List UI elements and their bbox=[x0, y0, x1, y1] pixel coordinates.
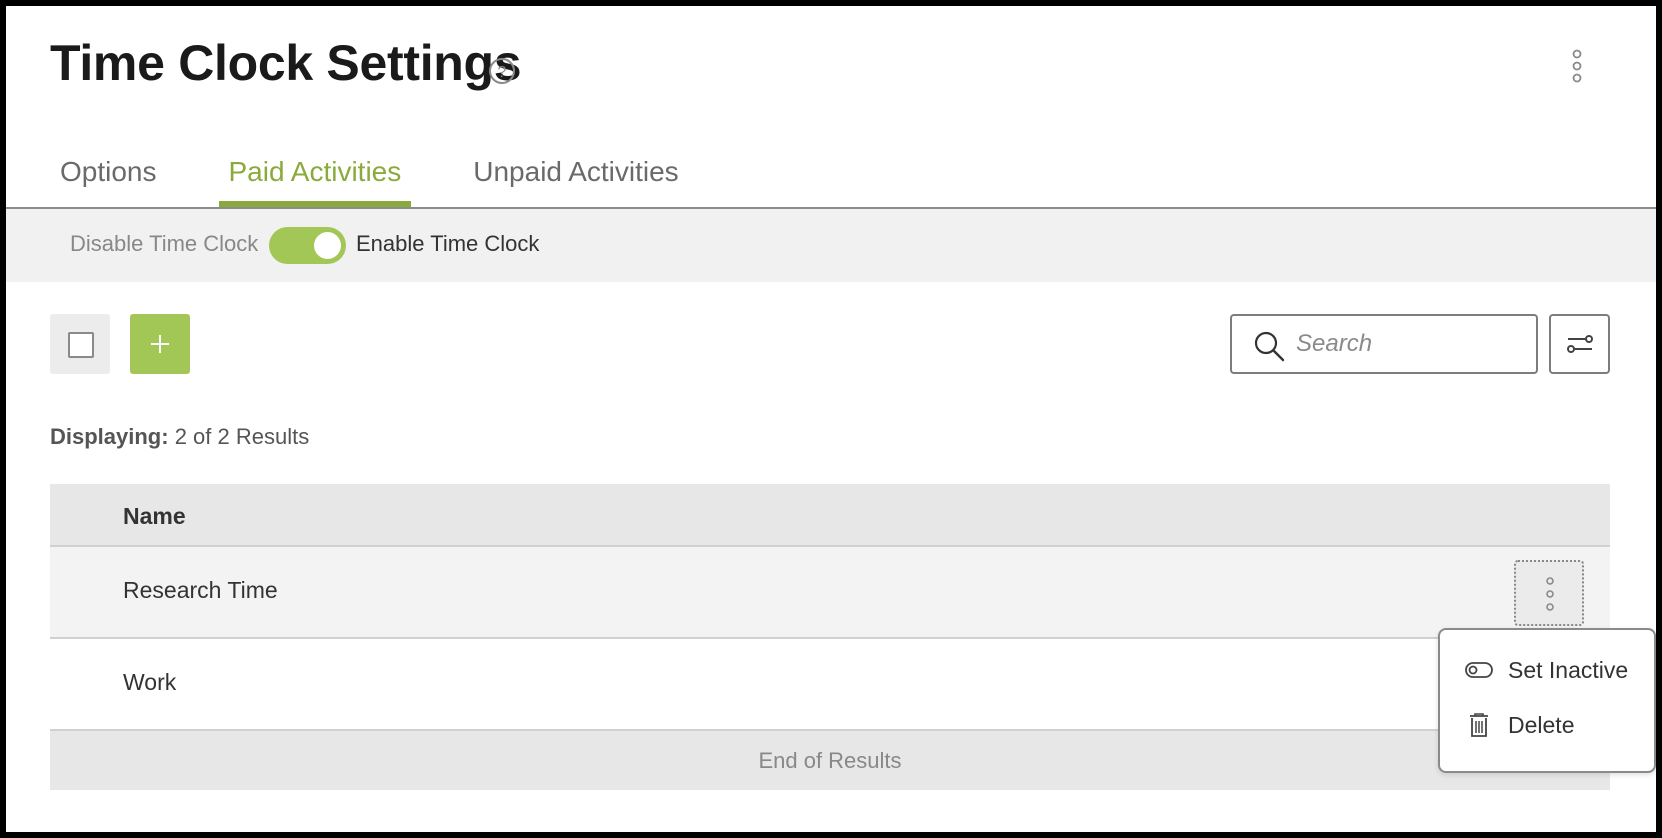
select-all-checkbox[interactable] bbox=[68, 332, 94, 358]
table-footer: End of Results bbox=[50, 731, 1610, 790]
results-count: Displaying: 2 of 2 Results bbox=[50, 424, 309, 450]
plus-icon bbox=[151, 335, 169, 353]
table-row[interactable]: Work bbox=[50, 639, 1610, 731]
more-options-icon[interactable] bbox=[1562, 46, 1592, 86]
tab-paid-activities[interactable]: Paid Activities bbox=[218, 136, 412, 209]
time-clock-toggle-bar: Disable Time Clock Enable Time Clock bbox=[6, 209, 1656, 282]
menu-item-label: Delete bbox=[1508, 712, 1575, 738]
toggle-knob bbox=[314, 232, 341, 259]
add-activity-button[interactable] bbox=[130, 314, 190, 374]
results-count-value: 2 of 2 Results bbox=[174, 424, 310, 449]
menu-item-set-inactive[interactable]: Set Inactive bbox=[1440, 644, 1654, 696]
select-all-button[interactable] bbox=[50, 314, 110, 374]
column-header-name[interactable]: Name bbox=[123, 503, 186, 530]
help-icon[interactable]: ? bbox=[488, 57, 516, 85]
tab-options[interactable]: Options bbox=[50, 136, 167, 208]
activities-table: Name Research Time Work End of Results bbox=[50, 484, 1610, 790]
row-name: Research Time bbox=[123, 577, 278, 603]
toggle-off-icon bbox=[1465, 662, 1493, 678]
row-context-menu: Set Inactive Delete bbox=[1438, 628, 1656, 773]
more-options-icon bbox=[1546, 577, 1554, 611]
search-icon bbox=[1254, 331, 1285, 362]
tab-unpaid-activities[interactable]: Unpaid Activities bbox=[463, 136, 688, 208]
menu-item-delete[interactable]: Delete bbox=[1440, 699, 1654, 751]
table-header: Name bbox=[50, 484, 1610, 547]
filter-button[interactable] bbox=[1549, 314, 1610, 374]
settings-window: Time Clock Settings ? Options Paid Activ… bbox=[6, 6, 1656, 832]
svg-text:?: ? bbox=[498, 64, 507, 81]
results-count-label: Displaying: bbox=[50, 424, 169, 449]
end-of-results: End of Results bbox=[758, 748, 902, 773]
menu-item-label: Set Inactive bbox=[1508, 657, 1629, 683]
row-name: Work bbox=[123, 669, 177, 695]
search-box[interactable] bbox=[1230, 314, 1538, 374]
settings-tabs: Options Paid Activities Unpaid Activitie… bbox=[50, 136, 741, 209]
search-input[interactable] bbox=[1296, 324, 1526, 364]
trash-icon bbox=[1470, 713, 1488, 737]
page-title: Time Clock Settings bbox=[50, 35, 522, 91]
enable-time-clock-label: Enable Time Clock bbox=[356, 231, 540, 256]
time-clock-toggle[interactable] bbox=[269, 227, 346, 264]
table-row[interactable]: Research Time bbox=[50, 547, 1610, 639]
sliders-icon bbox=[1567, 335, 1593, 353]
disable-time-clock-label: Disable Time Clock bbox=[70, 231, 259, 256]
row-actions-button[interactable] bbox=[1514, 560, 1584, 626]
